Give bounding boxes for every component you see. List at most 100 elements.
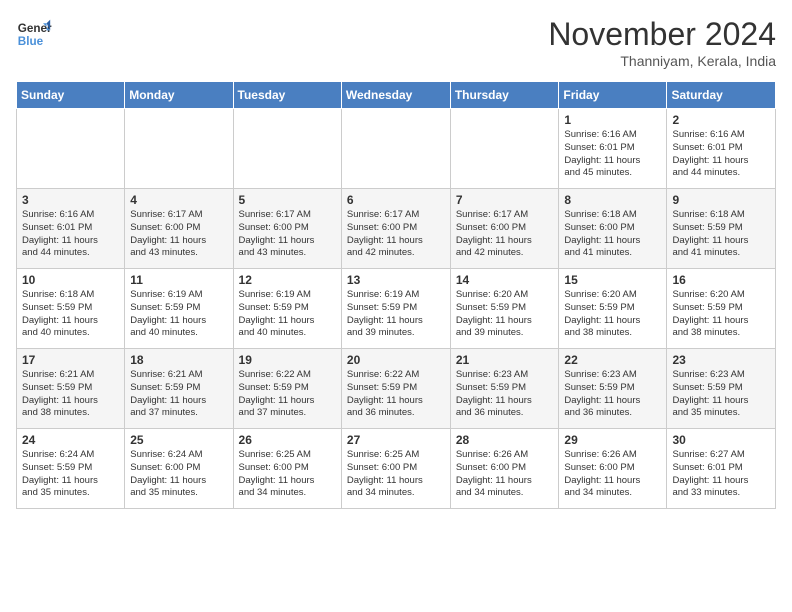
calendar-cell: 17Sunrise: 6:21 AM Sunset: 5:59 PM Dayli… <box>17 349 125 429</box>
day-number: 30 <box>672 433 770 447</box>
page-header: General Blue November 2024 Thanniyam, Ke… <box>16 16 776 69</box>
week-row-2: 3 Sunrise: 6:16 AM Sunset: 6:01 PM Daylig… <box>17 189 776 269</box>
day-info: Sunrise: 6:19 AM Sunset: 5:59 PM Dayligh… <box>239 289 336 340</box>
calendar-cell: 5 Sunrise: 6:17 AM Sunset: 6:00 PM Daylig… <box>233 189 341 269</box>
day-info: Sunrise: 6:18 AM Sunset: 5:59 PM Dayligh… <box>672 209 770 260</box>
calendar-cell: 24 Sunrise: 6:24 AM Sunset: 5:59 PM Dayli… <box>17 429 125 509</box>
day-info: Sunrise: 6:20 AM Sunset: 5:59 PM Dayligh… <box>564 289 661 340</box>
day-number: 18 <box>130 353 227 367</box>
calendar-cell <box>341 109 450 189</box>
day-number: 9 <box>672 193 770 207</box>
day-number: 24 <box>22 433 119 447</box>
day-number: 28 <box>456 433 554 447</box>
calendar-cell: 10 Sunrise: 6:18 AM Sunset: 5:59 PM Dayli… <box>17 269 125 349</box>
calendar-cell: 25Sunrise: 6:24 AM Sunset: 6:00 PM Dayli… <box>125 429 233 509</box>
day-info: Sunrise: 6:16 AM Sunset: 6:01 PM Dayligh… <box>22 209 119 260</box>
calendar-cell: 15 Sunrise: 6:20 AM Sunset: 5:59 PM Dayli… <box>559 269 667 349</box>
day-info: Sunrise: 6:16 AM Sunset: 6:01 PM Dayligh… <box>564 129 661 180</box>
weekday-header-monday: Monday <box>125 82 233 109</box>
day-info: Sunrise: 6:26 AM Sunset: 6:00 PM Dayligh… <box>456 449 554 500</box>
calendar-cell: 8 Sunrise: 6:18 AM Sunset: 6:00 PM Daylig… <box>559 189 667 269</box>
calendar-cell: 7 Sunrise: 6:17 AM Sunset: 6:00 PM Daylig… <box>450 189 559 269</box>
day-info: Sunrise: 6:16 AM Sunset: 6:01 PM Dayligh… <box>672 129 770 180</box>
day-number: 16 <box>672 273 770 287</box>
day-number: 26 <box>239 433 336 447</box>
weekday-header-friday: Friday <box>559 82 667 109</box>
week-row-1: 1 Sunrise: 6:16 AM Sunset: 6:01 PM Daylig… <box>17 109 776 189</box>
weekday-header-row: SundayMondayTuesdayWednesdayThursdayFrid… <box>17 82 776 109</box>
calendar: SundayMondayTuesdayWednesdayThursdayFrid… <box>16 81 776 509</box>
day-number: 3 <box>22 193 119 207</box>
calendar-cell: 2 Sunrise: 6:16 AM Sunset: 6:01 PM Daylig… <box>667 109 776 189</box>
day-info: Sunrise: 6:18 AM Sunset: 5:59 PM Dayligh… <box>22 289 119 340</box>
week-row-4: 17Sunrise: 6:21 AM Sunset: 5:59 PM Dayli… <box>17 349 776 429</box>
logo-icon: General Blue <box>16 16 52 52</box>
day-number: 8 <box>564 193 661 207</box>
day-info: Sunrise: 6:23 AM Sunset: 5:59 PM Dayligh… <box>564 369 661 420</box>
day-number: 5 <box>239 193 336 207</box>
calendar-cell <box>17 109 125 189</box>
calendar-cell: 13 Sunrise: 6:19 AM Sunset: 5:59 PM Dayli… <box>341 269 450 349</box>
day-number: 29 <box>564 433 661 447</box>
calendar-cell: 3 Sunrise: 6:16 AM Sunset: 6:01 PM Daylig… <box>17 189 125 269</box>
day-info: Sunrise: 6:19 AM Sunset: 5:59 PM Dayligh… <box>347 289 445 340</box>
day-number: 23 <box>672 353 770 367</box>
day-number: 22 <box>564 353 661 367</box>
day-number: 21 <box>456 353 554 367</box>
day-info: Sunrise: 6:26 AM Sunset: 6:00 PM Dayligh… <box>564 449 661 500</box>
calendar-cell <box>125 109 233 189</box>
weekday-header-wednesday: Wednesday <box>341 82 450 109</box>
day-number: 7 <box>456 193 554 207</box>
day-number: 1 <box>564 113 661 127</box>
day-number: 14 <box>456 273 554 287</box>
calendar-cell: 22 Sunrise: 6:23 AM Sunset: 5:59 PM Dayli… <box>559 349 667 429</box>
calendar-cell <box>450 109 559 189</box>
day-number: 15 <box>564 273 661 287</box>
day-info: Sunrise: 6:21 AM Sunset: 5:59 PM Dayligh… <box>22 369 119 420</box>
calendar-cell: 28 Sunrise: 6:26 AM Sunset: 6:00 PM Dayli… <box>450 429 559 509</box>
day-info: Sunrise: 6:25 AM Sunset: 6:00 PM Dayligh… <box>239 449 336 500</box>
day-number: 6 <box>347 193 445 207</box>
calendar-cell <box>233 109 341 189</box>
logo: General Blue <box>16 16 52 52</box>
day-info: Sunrise: 6:20 AM Sunset: 5:59 PM Dayligh… <box>672 289 770 340</box>
calendar-cell: 14 Sunrise: 6:20 AM Sunset: 5:59 PM Dayli… <box>450 269 559 349</box>
day-info: Sunrise: 6:20 AM Sunset: 5:59 PM Dayligh… <box>456 289 554 340</box>
calendar-cell: 20Sunrise: 6:22 AM Sunset: 5:59 PM Dayli… <box>341 349 450 429</box>
weekday-header-tuesday: Tuesday <box>233 82 341 109</box>
day-number: 11 <box>130 273 227 287</box>
svg-text:Blue: Blue <box>18 35 44 48</box>
day-info: Sunrise: 6:23 AM Sunset: 5:59 PM Dayligh… <box>456 369 554 420</box>
weekday-header-sunday: Sunday <box>17 82 125 109</box>
calendar-cell: 6 Sunrise: 6:17 AM Sunset: 6:00 PM Daylig… <box>341 189 450 269</box>
weekday-header-thursday: Thursday <box>450 82 559 109</box>
day-info: Sunrise: 6:17 AM Sunset: 6:00 PM Dayligh… <box>347 209 445 260</box>
day-number: 2 <box>672 113 770 127</box>
day-number: 13 <box>347 273 445 287</box>
day-number: 27 <box>347 433 445 447</box>
day-info: Sunrise: 6:24 AM Sunset: 5:59 PM Dayligh… <box>22 449 119 500</box>
calendar-cell: 23Sunrise: 6:23 AM Sunset: 5:59 PM Dayli… <box>667 349 776 429</box>
day-info: Sunrise: 6:18 AM Sunset: 6:00 PM Dayligh… <box>564 209 661 260</box>
calendar-cell: 27 Sunrise: 6:25 AM Sunset: 6:00 PM Dayli… <box>341 429 450 509</box>
day-info: Sunrise: 6:17 AM Sunset: 6:00 PM Dayligh… <box>239 209 336 260</box>
week-row-3: 10 Sunrise: 6:18 AM Sunset: 5:59 PM Dayli… <box>17 269 776 349</box>
location: Thanniyam, Kerala, India <box>548 53 776 69</box>
calendar-cell: 9 Sunrise: 6:18 AM Sunset: 5:59 PM Daylig… <box>667 189 776 269</box>
day-info: Sunrise: 6:17 AM Sunset: 6:00 PM Dayligh… <box>456 209 554 260</box>
day-info: Sunrise: 6:22 AM Sunset: 5:59 PM Dayligh… <box>347 369 445 420</box>
day-info: Sunrise: 6:17 AM Sunset: 6:00 PM Dayligh… <box>130 209 227 260</box>
calendar-cell: 21 Sunrise: 6:23 AM Sunset: 5:59 PM Dayli… <box>450 349 559 429</box>
day-number: 12 <box>239 273 336 287</box>
day-info: Sunrise: 6:21 AM Sunset: 5:59 PM Dayligh… <box>130 369 227 420</box>
calendar-cell: 11Sunrise: 6:19 AM Sunset: 5:59 PM Dayli… <box>125 269 233 349</box>
calendar-cell: 12 Sunrise: 6:19 AM Sunset: 5:59 PM Dayli… <box>233 269 341 349</box>
day-number: 19 <box>239 353 336 367</box>
calendar-cell: 1 Sunrise: 6:16 AM Sunset: 6:01 PM Daylig… <box>559 109 667 189</box>
day-number: 10 <box>22 273 119 287</box>
day-number: 25 <box>130 433 227 447</box>
calendar-cell: 30Sunrise: 6:27 AM Sunset: 6:01 PM Dayli… <box>667 429 776 509</box>
day-info: Sunrise: 6:25 AM Sunset: 6:00 PM Dayligh… <box>347 449 445 500</box>
calendar-cell: 29 Sunrise: 6:26 AM Sunset: 6:00 PM Dayli… <box>559 429 667 509</box>
day-info: Sunrise: 6:22 AM Sunset: 5:59 PM Dayligh… <box>239 369 336 420</box>
